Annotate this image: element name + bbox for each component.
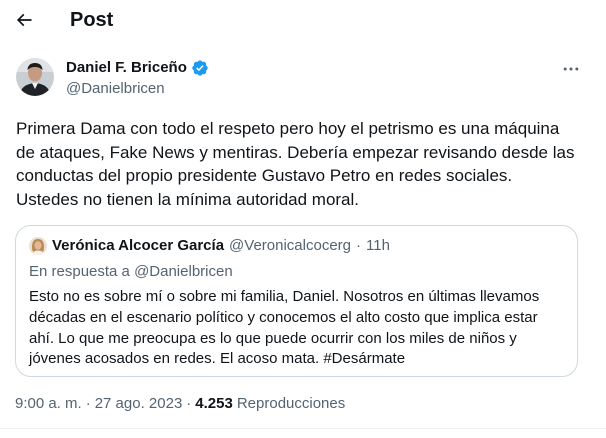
author-name[interactable]: Daniel F. Briceño [66,59,187,77]
author-avatar[interactable] [16,58,54,96]
author-handle[interactable]: @Danielbricen [66,80,165,98]
meta-separator: · [85,395,91,412]
quoted-reply-context: En respuesta a @Danielbricen [29,263,233,280]
tweet-meta: 9:00 a. m. · 27 ago. 2023 · 4.253 Reprod… [15,395,345,413]
views-count: 4.253 [195,395,233,412]
quoted-separator: · [356,237,362,254]
tweet-time[interactable]: 9:00 a. m. [15,395,82,413]
quoted-author-avatar [29,237,47,255]
verified-badge-icon [191,59,209,77]
post-header: Post [0,0,606,40]
quoted-tweet-text: Esto no es sobre mí o sobre mi familia, … [29,288,540,368]
quoted-author-handle: @Veronicalcocerg [229,237,352,254]
bottom-divider [0,428,606,429]
tweet-text: Primera Dama con todo el respeto pero ho… [16,119,575,209]
views-label: Reproducciones [236,395,346,412]
avatar-image [16,58,54,96]
quoted-timestamp: 11h [366,237,390,254]
tweet-date[interactable]: 27 ago. 2023 [95,395,183,413]
page-title: Post [70,9,114,31]
back-button[interactable] [8,4,40,36]
post-page: Post Daniel F. Briceño @Danielbricen Pri… [0,0,606,438]
quoted-tweet-header: Verónica Alcocer García @Veronicalcocerg… [29,237,390,255]
more-options-button[interactable] [556,56,586,82]
author-name-row: Daniel F. Briceño [66,59,209,77]
more-dots-icon [563,67,579,71]
arrow-left-icon [16,13,32,27]
quoted-author-name: Verónica Alcocer García [52,237,225,254]
quoted-tweet-card[interactable]: Verónica Alcocer García @Veronicalcocerg… [15,225,578,377]
meta-separator-2: · [186,395,192,412]
